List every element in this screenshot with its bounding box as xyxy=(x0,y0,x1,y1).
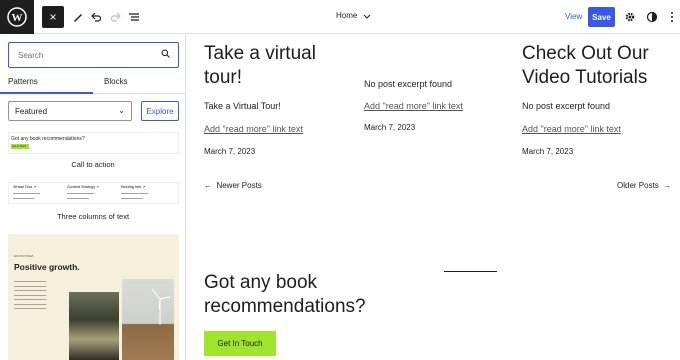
document-title-dropdown[interactable]: Home xyxy=(336,11,371,20)
document-title: Home xyxy=(336,11,358,20)
pattern-column: Hosting Info ↗ ▁▁▁▁▁▁▁▁▁▁ ▁▁▁▁▁▁▁▁ xyxy=(121,185,148,199)
settings-button[interactable] xyxy=(620,7,640,27)
post-date: March 7, 2023 xyxy=(364,123,416,132)
tools-button[interactable] xyxy=(68,7,88,27)
search-input[interactable]: Search xyxy=(8,42,179,68)
explore-button[interactable]: Explore xyxy=(141,101,179,121)
arrow-left-icon: ← xyxy=(204,181,212,190)
pattern-positive-growth[interactable]: ECOSYSTEM Positive growth. ▁▁▁▁▁▁▁▁▁▁▁▁▁… xyxy=(8,234,179,360)
close-inserter-button[interactable]: × xyxy=(42,6,64,28)
tab-blocks[interactable]: Blocks xyxy=(104,77,128,86)
category-value: Featured xyxy=(15,107,48,116)
inserter-tabs: Patterns Blocks xyxy=(0,72,185,94)
list-view-button[interactable] xyxy=(124,7,144,27)
pattern-title: Positive growth. xyxy=(14,262,80,272)
post-title[interactable]: Check Out Our Video Tutorials xyxy=(522,42,672,90)
redo-icon xyxy=(110,12,121,22)
pattern-column: Virtual Tour ↗ ▁▁▁▁▁▁▁▁▁▁ ▁▁▁▁▁▁▁▁ xyxy=(13,185,40,199)
active-tab-indicator xyxy=(0,92,93,94)
close-icon: × xyxy=(49,10,57,24)
editor-top-bar: W × Home View Save xyxy=(0,0,680,34)
pattern-preview-text: Got any book recommendations? xyxy=(11,136,85,142)
save-button[interactable]: Save xyxy=(588,7,615,27)
pattern-preview-button: Get In Touch xyxy=(11,144,29,149)
newer-posts-link[interactable]: ← Newer Posts xyxy=(204,181,262,190)
undo-icon xyxy=(91,12,102,22)
list-view-icon xyxy=(129,13,139,21)
wordpress-logo[interactable]: W xyxy=(0,0,34,34)
chevron-down-icon xyxy=(363,14,371,19)
post-excerpt: No post excerpt found xyxy=(522,101,611,111)
tab-patterns[interactable]: Patterns xyxy=(8,77,38,86)
pattern-column: Content Strategy ↗ ▁▁▁▁▁▁▁▁▁▁ ▁▁▁▁▁▁▁▁ xyxy=(67,185,100,199)
pattern-caption: Three columns of text xyxy=(56,212,130,221)
undo-button[interactable] xyxy=(86,7,106,27)
pattern-call-to-action[interactable]: Got any book recommendations? Get In Tou… xyxy=(8,132,179,154)
wordpress-icon: W xyxy=(7,7,27,27)
half-circle-icon xyxy=(646,11,658,23)
post-title[interactable]: Take a virtual tour! xyxy=(204,42,344,90)
arrow-right-icon: → xyxy=(663,181,672,190)
wind-turbine-image xyxy=(122,279,174,360)
search-icon xyxy=(161,49,170,60)
block-inserter-panel: Search Patterns Blocks Featured ⌄ Explor… xyxy=(0,34,186,360)
pattern-three-columns[interactable]: Virtual Tour ↗ ▁▁▁▁▁▁▁▁▁▁ ▁▁▁▁▁▁▁▁ Content… xyxy=(8,182,179,204)
search-placeholder: Search xyxy=(18,51,44,60)
post-excerpt: No post excerpt found xyxy=(364,79,453,89)
gear-icon xyxy=(625,12,635,22)
read-more-link[interactable]: Add "read more" link text xyxy=(364,101,463,111)
read-more-link[interactable]: Add "read more" link text xyxy=(204,124,303,134)
view-button[interactable]: View xyxy=(565,12,582,21)
styles-button[interactable] xyxy=(642,7,662,27)
post-excerpt: Take a Virtual Tour! xyxy=(204,101,281,111)
pattern-kicker: ECOSYSTEM xyxy=(14,254,33,258)
read-more-link[interactable]: Add "read more" link text xyxy=(522,124,621,134)
redo-button[interactable] xyxy=(106,7,126,27)
get-in-touch-button[interactable]: Get In Touch xyxy=(204,331,276,356)
svg-text:W: W xyxy=(12,12,23,24)
chevron-down-icon: ⌄ xyxy=(118,106,125,115)
post-date: March 7, 2023 xyxy=(204,147,256,156)
options-button[interactable] xyxy=(662,7,680,27)
pattern-category-select[interactable]: Featured ⌄ xyxy=(8,101,132,121)
cta-heading[interactable]: Got any book recommendations? xyxy=(204,271,464,319)
pencil-icon xyxy=(74,14,82,22)
older-posts-link[interactable]: Older Posts → xyxy=(617,181,671,190)
forest-image xyxy=(69,292,119,360)
pattern-caption: Call to action xyxy=(71,160,115,169)
post-date: March 7, 2023 xyxy=(522,147,574,156)
pattern-body-text: ▁▁▁▁▁▁▁▁▁▁▁▁▁▁ ▁▁▁▁▁▁▁▁▁▁▁▁▁▁ ▁▁▁▁▁▁▁▁▁▁… xyxy=(14,278,47,309)
more-vertical-icon xyxy=(671,12,673,22)
